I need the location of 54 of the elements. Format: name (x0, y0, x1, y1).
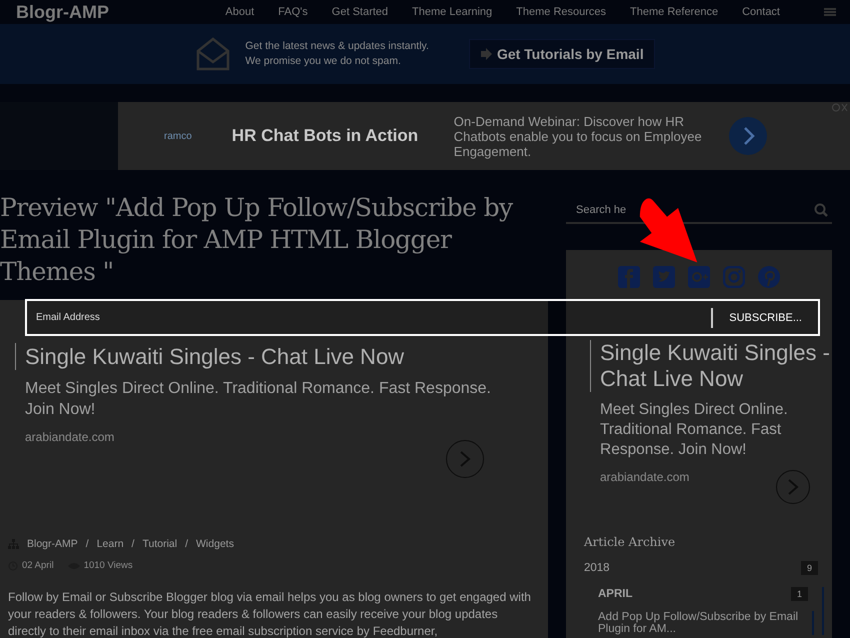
search-icon[interactable] (814, 203, 828, 217)
archive-count: 9 (800, 561, 818, 575)
pinterest-icon[interactable] (758, 266, 780, 288)
view-count: 1010 Views (84, 560, 133, 571)
ad-domain[interactable]: arabiandate.com (600, 470, 832, 484)
breadcrumb-link[interactable]: Tutorial (142, 538, 178, 550)
ad-headline[interactable]: Single Kuwaiti Singles - Chat Live Now (590, 340, 832, 392)
google-plus-icon[interactable] (688, 266, 710, 288)
menu-icon[interactable] (824, 8, 836, 16)
archive-item[interactable]: 2018 (584, 562, 610, 574)
widget-title: Article Archive (584, 535, 676, 549)
ad-description: Meet Singles Direct Online. Traditional Romance. Fast Response. Join Now! (25, 379, 492, 420)
ad-brand: ramco (164, 130, 192, 142)
post-body-text: Follow by Email or Subscribe Blogger blog via email helps you as blog owners to get engaged with your readers & followers. Your blog readers & followers can easily receive your blog updates directly to their email inbox via the free email subscription service by Feedburner, (8, 589, 532, 638)
sign-in-icon (480, 48, 492, 60)
chevron-right-icon (786, 478, 800, 496)
nav-link[interactable]: About (225, 6, 254, 18)
subscribe-bar[interactable]: Email Address SUBSCRIBE... (25, 299, 820, 336)
archive-item[interactable]: APRIL (598, 588, 632, 600)
nav-link[interactable]: Theme Learning (412, 6, 492, 18)
ad-domain[interactable]: arabiandate.com (25, 430, 548, 444)
get-tutorials-button[interactable]: Get Tutorials by Email (468, 39, 655, 69)
post-date: 02 April (22, 560, 54, 571)
banner-text: Get the latest news & updates instantly. (245, 39, 429, 54)
nav-link[interactable]: Get Started (332, 6, 388, 18)
ad-description: On-Demand Webinar: Discover how HR Chatbots enable you to focus on Employee Engagement. (454, 114, 703, 158)
search-field[interactable]: Search he (576, 204, 626, 216)
chevron-right-button[interactable] (728, 117, 767, 155)
ad-headline[interactable]: Single Kuwaiti Singles - Chat Live Now (15, 343, 548, 370)
twitter-icon[interactable] (653, 266, 675, 288)
breadcrumb-link[interactable]: Learn (96, 538, 124, 550)
breadcrumb-separator: / (86, 538, 89, 550)
nav-link[interactable]: Theme Resources (516, 6, 606, 18)
nav-link[interactable]: Theme Reference (630, 6, 718, 18)
post-title: Preview "Add Pop Up Follow/Subscribe by Email Plugin for AMP HTML Blogger Themes " (0, 192, 514, 288)
instagram-icon[interactable] (723, 266, 745, 288)
nav-link[interactable]: FAQ's (278, 6, 308, 18)
envelope-icon (195, 36, 232, 72)
nav-link[interactable]: Contact (742, 6, 780, 18)
chevron-right-icon (458, 450, 472, 468)
breadcrumb-link[interactable]: Blogr-AMP (27, 538, 78, 550)
breadcrumb-link[interactable]: Widgets (196, 538, 234, 550)
ad-info-icon (832, 103, 848, 112)
subscribe-button[interactable]: SUBSCRIBE... (711, 308, 818, 328)
facebook-icon[interactable] (618, 266, 640, 288)
archive-post-link[interactable]: Add Pop Up Follow/Subscribe by Email Plugin for AM... (598, 611, 812, 635)
breadcrumb-separator: / (185, 538, 188, 550)
site-logo[interactable]: Blogr-AMP (16, 2, 109, 22)
email-input[interactable]: Email Address (27, 301, 712, 334)
ad-headline[interactable]: HR Chat Bots in Action (232, 126, 442, 146)
archive-count: 1 (790, 587, 808, 601)
banner-text: We promise you we do not spam. (245, 54, 402, 69)
ad-description: Meet Singles Direct Online. Traditional Romance. Fast Response. Join Now! (600, 400, 789, 460)
breadcrumb-separator: / (132, 538, 134, 550)
